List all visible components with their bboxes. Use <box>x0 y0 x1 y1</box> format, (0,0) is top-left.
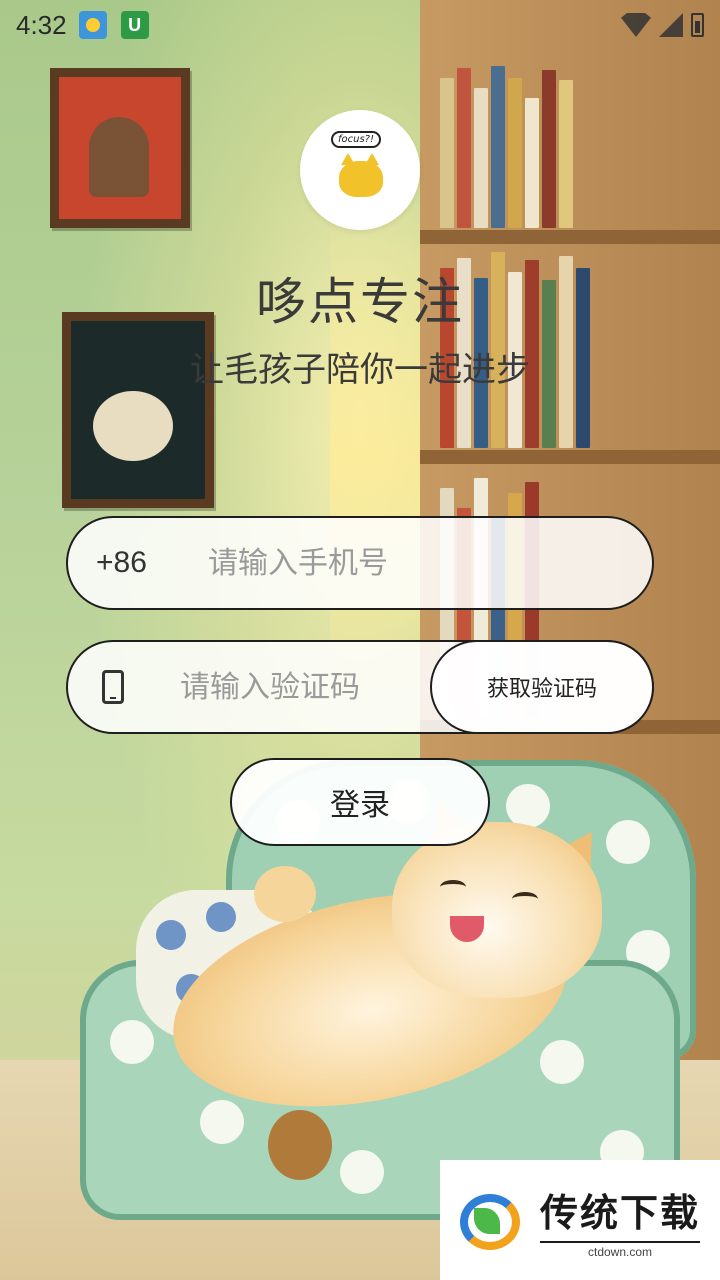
status-bar: 4:32 U <box>0 0 720 50</box>
mobile-phone-icon <box>102 670 124 704</box>
watermark-logo-icon <box>454 1184 526 1256</box>
shelf-board <box>420 450 720 464</box>
wifi-icon <box>621 13 651 37</box>
logo-speech-bubble: focus?! <box>331 131 382 148</box>
site-watermark: 传统下载 ctdown.com <box>440 1160 720 1280</box>
app-slogan: 让毛孩子陪你一起进步 <box>190 350 530 390</box>
cat-logo-icon: focus?! <box>325 131 395 205</box>
wall-painting <box>50 68 190 228</box>
cat-tail <box>268 1110 332 1180</box>
battery-charging-icon <box>691 13 704 37</box>
login-screen: 4:32 U focus?! 哆点专注 让毛孩子陪你一起进步 +86 获取验证码… <box>0 0 720 1280</box>
status-time: 4:32 <box>16 9 67 40</box>
book-row <box>440 60 710 228</box>
cat-eye <box>512 892 538 906</box>
watermark-url: ctdown.com <box>540 1240 701 1259</box>
shelf-board <box>420 230 720 244</box>
watermark-title: 传统下载 <box>540 1190 701 1235</box>
phone-field: +86 <box>66 516 654 610</box>
phone-input[interactable] <box>208 545 628 581</box>
signal-icon <box>659 13 683 37</box>
system-icons <box>621 13 704 37</box>
app-logo: focus?! <box>300 110 420 230</box>
cat-head <box>392 822 602 998</box>
login-button[interactable]: 登录 <box>230 758 490 846</box>
u-app-icon: U <box>120 11 149 39</box>
cat-eye <box>440 880 466 894</box>
weather-icon <box>78 11 107 39</box>
app-title: 哆点专注 <box>256 273 464 331</box>
get-code-button[interactable]: 获取验证码 <box>430 640 654 734</box>
country-code[interactable]: +86 <box>96 546 180 580</box>
cat-paw <box>254 866 316 922</box>
verification-code-input[interactable] <box>180 669 430 705</box>
